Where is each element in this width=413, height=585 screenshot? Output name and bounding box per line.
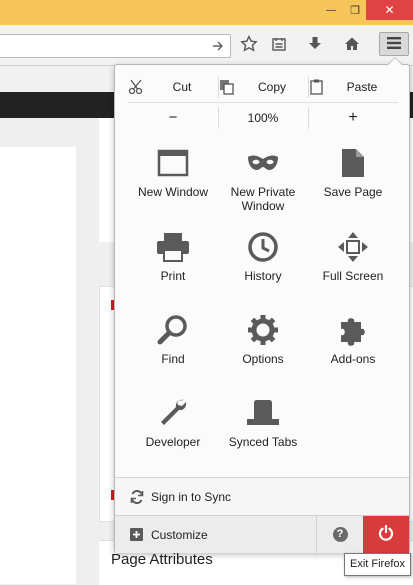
new-private-window-button[interactable]: New Private Window (218, 145, 308, 225)
new-private-window-label: New Private Window (230, 185, 296, 213)
zoom-in-button[interactable]: + (308, 107, 398, 129)
open-menu-button[interactable] (379, 32, 409, 56)
full-screen-button[interactable]: Full Screen (308, 229, 398, 309)
page-editor-area (0, 147, 76, 584)
paste-label: Paste (346, 80, 378, 94)
close-icon: ✕ (384, 3, 395, 17)
maximize-button[interactable]: ❐ (344, 0, 366, 20)
copy-label: Copy (257, 80, 286, 94)
magnifier-icon (155, 312, 191, 348)
sync-icon (130, 489, 144, 507)
maximize-icon: ❐ (350, 4, 360, 17)
bookmark-star-button[interactable] (237, 34, 261, 56)
help-button[interactable]: ? (316, 516, 363, 553)
zoom-out-button[interactable]: − (128, 107, 218, 129)
find-button[interactable]: Find (128, 312, 218, 392)
home-icon (344, 36, 360, 55)
print-button[interactable]: Print (128, 229, 218, 309)
developer-label: Developer (145, 435, 201, 449)
hamburger-menu-icon (386, 36, 402, 53)
copy-button[interactable]: Copy (218, 76, 308, 98)
wrench-icon (155, 395, 191, 431)
customize-plus-icon (130, 528, 143, 544)
new-window-button[interactable]: New Window (128, 145, 218, 225)
puzzle-icon (335, 312, 371, 348)
navigation-toolbar (0, 25, 413, 66)
full-screen-label: Full Screen (322, 269, 384, 283)
sign-in-to-sync-label: Sign in to Sync (151, 490, 232, 504)
download-button[interactable] (303, 34, 327, 56)
synced-tabs-label: Synced Tabs (228, 435, 298, 449)
edit-controls: Cut Copy Paste (128, 76, 398, 98)
cut-label: Cut (172, 80, 192, 94)
private-mask-icon (245, 145, 281, 181)
history-label: History (244, 269, 282, 283)
page-attributes-heading: Page Attributes (111, 551, 213, 568)
new-window-icon (155, 145, 191, 181)
bookmark-star-icon (240, 34, 258, 56)
history-button[interactable]: History (218, 229, 308, 309)
printer-icon (155, 229, 191, 265)
divider (308, 76, 309, 98)
cut-button[interactable]: Cut (128, 76, 218, 98)
options-label: Options (242, 352, 284, 366)
download-icon (307, 36, 323, 55)
home-button[interactable] (340, 34, 364, 56)
reading-list-button[interactable] (267, 34, 291, 56)
add-ons-button[interactable]: Add-ons (308, 312, 398, 392)
synced-tabs-button[interactable]: Synced Tabs (218, 395, 308, 475)
gear-icon (245, 312, 281, 348)
minimize-button[interactable]: — (318, 0, 344, 20)
history-clock-icon (245, 229, 281, 265)
print-label: Print (160, 269, 186, 283)
panel-arrow-fill (388, 58, 402, 65)
synced-tabs-icon (245, 395, 281, 431)
divider (218, 76, 219, 98)
reading-list-icon (271, 36, 287, 55)
save-page-icon (335, 145, 371, 181)
save-page-label: Save Page (323, 185, 383, 199)
zoom-reset-button[interactable]: 100% (218, 107, 308, 129)
menu-footer: Customize ? (115, 515, 409, 553)
exit-firefox-button[interactable] (363, 516, 409, 553)
close-window-button[interactable]: ✕ (366, 0, 413, 20)
zoom-controls: − 100% + (128, 107, 398, 129)
exit-firefox-tooltip: Exit Firefox (344, 553, 412, 576)
power-icon (378, 524, 394, 544)
fullscreen-icon (335, 229, 371, 265)
go-arrow-icon[interactable] (210, 38, 226, 54)
divider (308, 107, 309, 129)
url-bar[interactable] (0, 34, 231, 58)
paste-button[interactable]: Paste (308, 76, 398, 98)
sign-in-to-sync-button[interactable]: Sign in to Sync (115, 477, 409, 516)
find-label: Find (161, 352, 185, 366)
save-page-button[interactable]: Save Page (308, 145, 398, 225)
options-button[interactable]: Options (218, 312, 308, 392)
customize-button[interactable]: Customize (151, 528, 208, 542)
add-ons-label: Add-ons (330, 352, 376, 366)
help-icon: ? (332, 527, 348, 542)
developer-button[interactable]: Developer (128, 395, 218, 475)
divider (218, 107, 219, 129)
firefox-menu-panel: Cut Copy Paste − 100% + New Window New P… (114, 64, 410, 553)
minimize-icon: — (326, 4, 336, 16)
divider (128, 102, 398, 103)
new-window-label: New Window (137, 185, 209, 199)
